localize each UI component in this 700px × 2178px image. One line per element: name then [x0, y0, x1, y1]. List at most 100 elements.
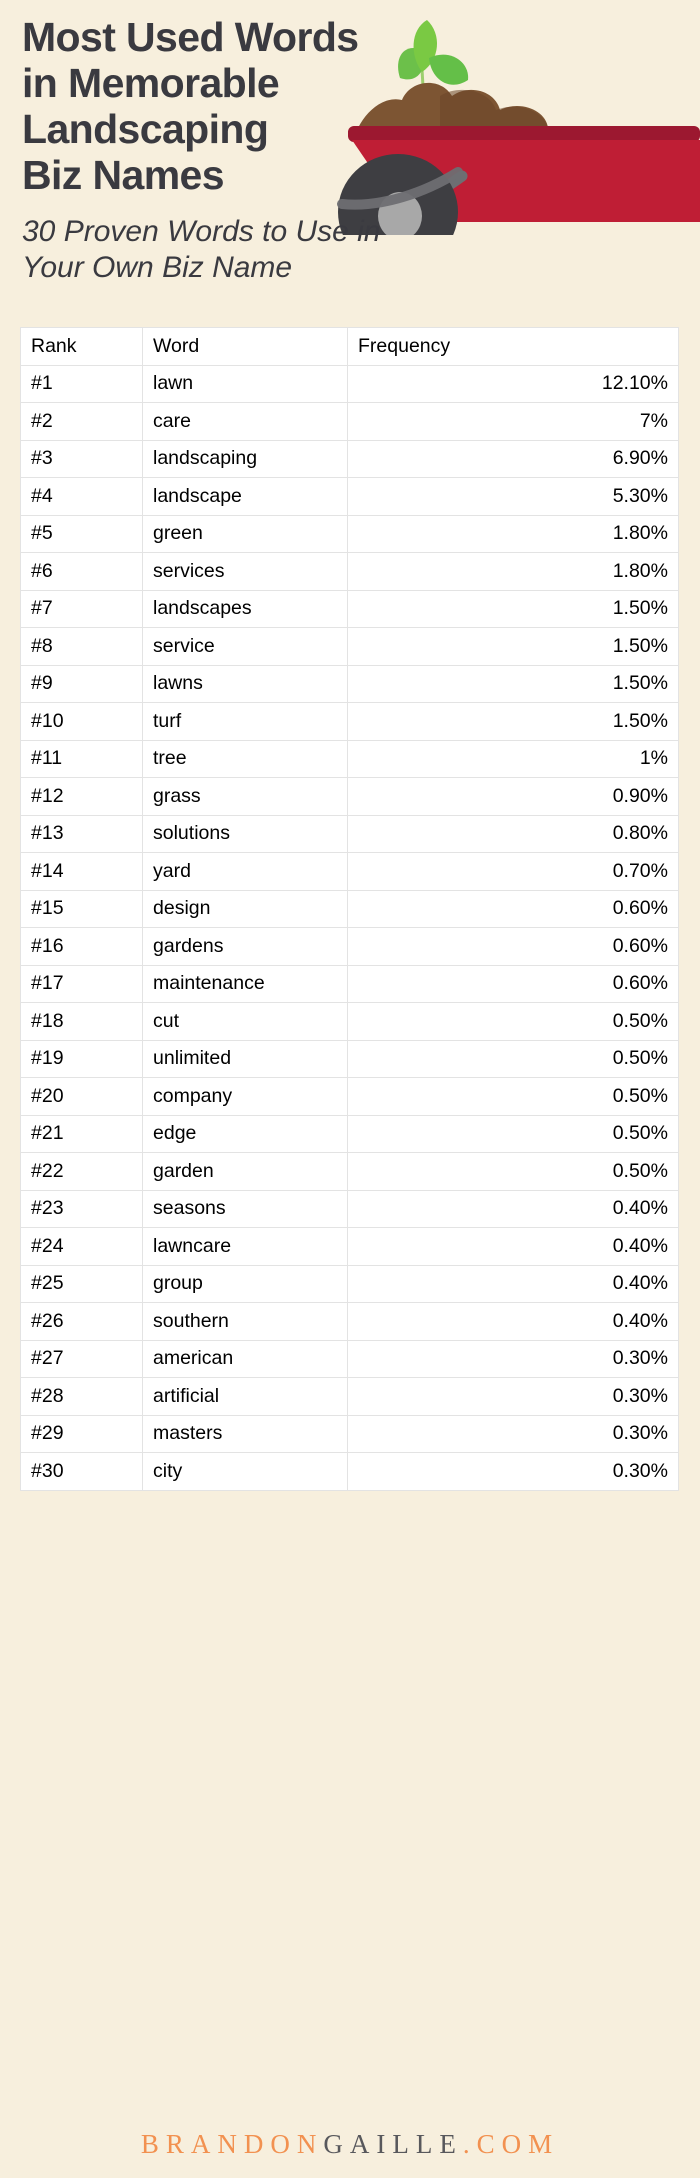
table-row: #20 company 0.50% [20, 1077, 679, 1116]
brand-wordmark[interactable]: BRANDONGAILLE.COM [0, 2129, 700, 2160]
cell-rank: #27 [20, 1339, 143, 1378]
table-row: #27 american 0.30% [20, 1339, 679, 1378]
table-row: #14 yard 0.70% [20, 852, 679, 891]
cell-frequency: 0.40% [347, 1302, 679, 1341]
cell-word: edge [142, 1114, 348, 1153]
cell-word: yard [142, 852, 348, 891]
cell-word: unlimited [142, 1039, 348, 1078]
cell-frequency: 0.40% [347, 1264, 679, 1303]
cell-word: company [142, 1077, 348, 1116]
cell-frequency: 1.50% [347, 664, 679, 703]
cell-word: artificial [142, 1377, 348, 1416]
cell-rank: #22 [20, 1152, 143, 1191]
cell-frequency: 7% [347, 402, 679, 441]
cell-word: garden [142, 1152, 348, 1191]
cell-rank: #6 [20, 552, 143, 591]
brand-part-brandon: BRANDON [140, 2129, 324, 2159]
cell-rank: #3 [20, 439, 143, 478]
cell-rank: #19 [20, 1039, 143, 1078]
cell-frequency: 6.90% [347, 439, 679, 478]
cell-rank: #9 [20, 664, 143, 703]
table-row: #21 edge 0.50% [20, 1114, 679, 1153]
cell-rank: #8 [20, 627, 143, 666]
infographic-page: Most Used Words in Memorable Landscaping… [0, 0, 700, 2178]
table-row: #17 maintenance 0.60% [20, 964, 679, 1003]
column-header-rank: Rank [20, 327, 143, 366]
cell-rank: #16 [20, 927, 143, 966]
cell-rank: #4 [20, 477, 143, 516]
cell-rank: #2 [20, 402, 143, 441]
cell-frequency: 0.90% [347, 777, 679, 816]
cell-frequency: 0.60% [347, 889, 679, 928]
table-row: #29 masters 0.30% [20, 1414, 679, 1453]
cell-word: tree [142, 739, 348, 778]
cell-frequency: 0.50% [347, 1152, 679, 1191]
table-row: #3 landscaping 6.90% [20, 439, 679, 478]
page-title: Most Used Words in Memorable Landscaping… [22, 14, 359, 198]
cell-rank: #15 [20, 889, 143, 928]
brand-part-com: .COM [462, 2129, 560, 2159]
cell-word: landscapes [142, 589, 348, 628]
cell-frequency: 0.60% [347, 964, 679, 1003]
table-row: #5 green 1.80% [20, 514, 679, 553]
table-row: #12 grass 0.90% [20, 777, 679, 816]
cell-word: city [142, 1452, 348, 1491]
cell-frequency: 0.70% [347, 852, 679, 891]
cell-word: grass [142, 777, 348, 816]
table-row: #26 southern 0.40% [20, 1302, 679, 1341]
cell-frequency: 0.50% [347, 1114, 679, 1153]
cell-word: southern [142, 1302, 348, 1341]
table-row: #15 design 0.60% [20, 889, 679, 928]
cell-frequency: 1% [347, 739, 679, 778]
cell-frequency: 1.50% [347, 589, 679, 628]
cell-frequency: 0.30% [347, 1414, 679, 1453]
cell-frequency: 0.40% [347, 1227, 679, 1266]
cell-word: cut [142, 1002, 348, 1041]
cell-word: lawn [142, 364, 348, 403]
table-row: #10 turf 1.50% [20, 702, 679, 741]
cell-rank: #28 [20, 1377, 143, 1416]
cell-word: landscape [142, 477, 348, 516]
cell-rank: #11 [20, 739, 143, 778]
cell-word: green [142, 514, 348, 553]
table-row: #2 care 7% [20, 402, 679, 441]
cell-frequency: 1.80% [347, 552, 679, 591]
cell-word: landscaping [142, 439, 348, 478]
table-row: #6 services 1.80% [20, 552, 679, 591]
table-row: #28 artificial 0.30% [20, 1377, 679, 1416]
column-header-word: Word [142, 327, 348, 366]
cell-frequency: 0.30% [347, 1377, 679, 1416]
title-block: Most Used Words in Memorable Landscaping… [22, 14, 452, 286]
table-row: #4 landscape 5.30% [20, 477, 679, 516]
cell-rank: #29 [20, 1414, 143, 1453]
cell-word: care [142, 402, 348, 441]
table-row: #8 service 1.50% [20, 627, 679, 666]
cell-rank: #30 [20, 1452, 143, 1491]
cell-rank: #25 [20, 1264, 143, 1303]
cell-word: solutions [142, 814, 348, 853]
table-row: #30 city 0.30% [20, 1452, 679, 1491]
table-row: #25 group 0.40% [20, 1264, 679, 1303]
cell-rank: #14 [20, 852, 143, 891]
cell-rank: #23 [20, 1189, 143, 1228]
table-row: #7 landscapes 1.50% [20, 589, 679, 628]
table-body: #1 lawn 12.10% #2 care 7% #3 landscaping 6.90% #4… [20, 364, 679, 1491]
cell-word: turf [142, 702, 348, 741]
cell-rank: #21 [20, 1114, 143, 1153]
table-row: #24 lawncare 0.40% [20, 1227, 679, 1266]
table-row: #11 tree 1% [20, 739, 679, 778]
cell-frequency: 0.50% [347, 1077, 679, 1116]
cell-frequency: 0.30% [347, 1452, 679, 1491]
cell-frequency: 0.30% [347, 1339, 679, 1378]
cell-frequency: 5.30% [347, 477, 679, 516]
table-header-row: Rank Word Frequency [20, 327, 679, 366]
cell-word: services [142, 552, 348, 591]
cell-frequency: 0.50% [347, 1039, 679, 1078]
cell-rank: #13 [20, 814, 143, 853]
cell-frequency: 0.80% [347, 814, 679, 853]
table-row: #19 unlimited 0.50% [20, 1039, 679, 1078]
cell-rank: #18 [20, 1002, 143, 1041]
cell-word: design [142, 889, 348, 928]
cell-rank: #7 [20, 589, 143, 628]
cell-word: maintenance [142, 964, 348, 1003]
